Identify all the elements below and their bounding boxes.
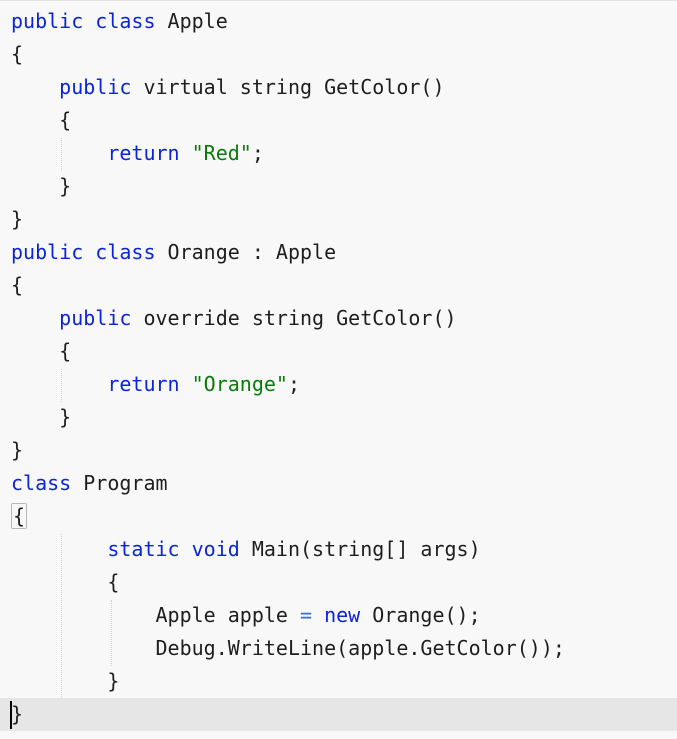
code-line[interactable]: { xyxy=(11,566,671,599)
keyword-token: void xyxy=(191,537,240,561)
code-line[interactable]: { xyxy=(11,335,671,368)
code-line[interactable]: { xyxy=(11,38,671,71)
code-token: { xyxy=(107,570,120,594)
code-token: Main(string[] args) xyxy=(239,537,481,561)
code-line[interactable]: { xyxy=(11,269,671,302)
code-line[interactable]: static void Main(string[] args) xyxy=(11,533,671,566)
keyword-token: new xyxy=(324,603,361,627)
code-token: } xyxy=(107,669,120,693)
code-line[interactable]: return "Orange"; xyxy=(11,368,671,401)
code-line[interactable]: public class Apple xyxy=(11,5,671,38)
code-line[interactable]: return "Red"; xyxy=(11,137,671,170)
code-line[interactable]: Debug.WriteLine(apple.GetColor()); xyxy=(11,632,671,665)
code-line[interactable]: } xyxy=(11,401,671,434)
keyword-token: public xyxy=(59,75,132,99)
code-line[interactable]: } xyxy=(11,698,671,731)
keyword-token: class xyxy=(95,240,156,264)
code-token: Apple xyxy=(155,9,228,33)
string-token: "Red" xyxy=(191,141,252,165)
code-token: ; xyxy=(251,141,264,165)
keyword-token: return xyxy=(107,141,180,165)
code-token: virtual string GetColor() xyxy=(131,75,445,99)
code-line[interactable]: public override string GetColor() xyxy=(11,302,671,335)
keyword-token: return xyxy=(107,372,180,396)
code-token: { xyxy=(59,339,72,363)
code-token: Debug.WriteLine(apple.GetColor()); xyxy=(155,636,565,660)
code-line[interactable]: class Program xyxy=(11,467,671,500)
code-token: } xyxy=(59,405,72,429)
keyword-token: class xyxy=(95,9,156,33)
code-line[interactable]: public virtual string GetColor() xyxy=(11,71,671,104)
keyword-token: static xyxy=(107,537,180,561)
code-token: Orange : Apple xyxy=(155,240,337,264)
code-token: } xyxy=(59,174,72,198)
keyword-token: public xyxy=(11,9,84,33)
code-token: Orange(); xyxy=(360,603,481,627)
keyword-token: public xyxy=(59,306,132,330)
code-token: Program xyxy=(71,471,168,495)
code-line[interactable]: Apple apple = new Orange(); xyxy=(11,599,671,632)
code-token: { xyxy=(11,42,24,66)
code-editor[interactable]: public class Apple { public virtual strin… xyxy=(0,0,677,739)
code-token: Apple apple xyxy=(155,603,300,627)
code-token: { xyxy=(59,108,72,132)
operator-token: = xyxy=(300,603,313,627)
code-area[interactable]: public class Apple { public virtual strin… xyxy=(11,5,671,731)
string-token: "Orange" xyxy=(191,372,288,396)
code-line[interactable]: } xyxy=(11,170,671,203)
code-line[interactable]: public class Orange : Apple xyxy=(11,236,671,269)
code-token: { xyxy=(11,273,24,297)
code-token: } xyxy=(11,438,24,462)
code-line[interactable]: { xyxy=(11,500,671,533)
code-line[interactable]: } xyxy=(11,434,671,467)
code-token: } xyxy=(11,702,24,726)
code-line[interactable]: { xyxy=(11,104,671,137)
code-token: } xyxy=(11,207,24,231)
code-line[interactable]: } xyxy=(11,665,671,698)
code-line[interactable]: } xyxy=(11,203,671,236)
code-token: ; xyxy=(287,372,300,396)
text-caret xyxy=(10,701,12,729)
keyword-token: public xyxy=(11,240,84,264)
code-token: override string GetColor() xyxy=(131,306,457,330)
keyword-token: class xyxy=(11,471,72,495)
matched-brace: { xyxy=(11,503,28,529)
